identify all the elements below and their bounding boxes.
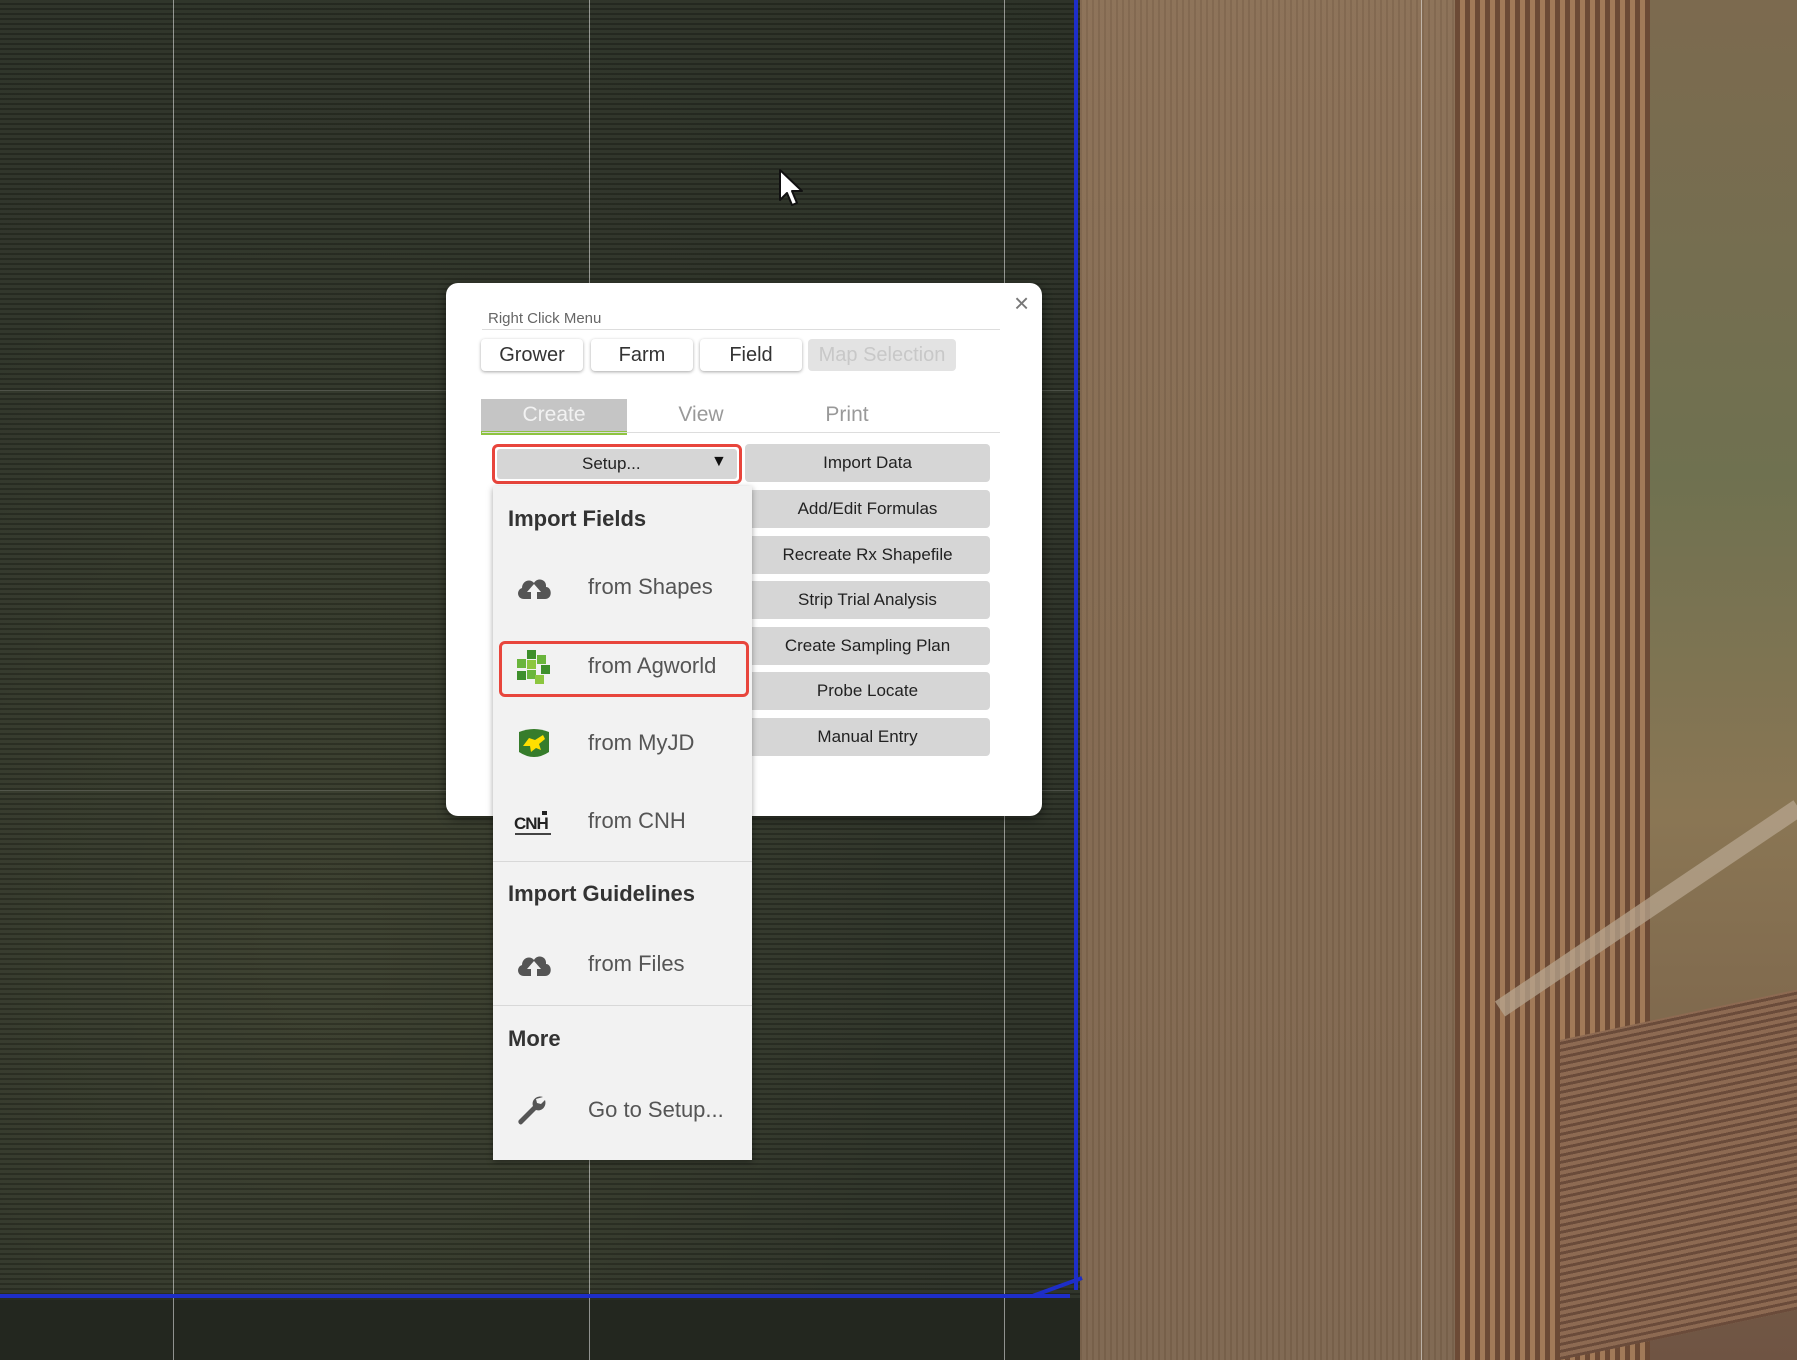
divider	[493, 1005, 752, 1006]
tab-view[interactable]: View	[628, 399, 774, 431]
divider	[482, 329, 1000, 330]
chevron-down-icon: ▼	[711, 453, 727, 470]
field-right	[1080, 0, 1460, 1360]
probe-locate-button[interactable]: Probe Locate	[745, 672, 990, 710]
from-files-label: from Files	[588, 951, 685, 976]
import-fields-heading: Import Fields	[508, 506, 647, 531]
grid-line	[1421, 0, 1422, 1360]
tab-grower[interactable]: Grower	[481, 339, 583, 371]
tab-create[interactable]: Create	[481, 399, 627, 435]
cnh-icon: CNH	[514, 811, 551, 835]
from-shapes-item[interactable]: from Shapes	[493, 552, 752, 622]
tab-farm[interactable]: Farm	[591, 339, 693, 371]
mouse-cursor-icon	[779, 169, 803, 206]
from-cnh-label: from CNH	[588, 808, 686, 833]
divider	[493, 861, 752, 862]
manual-entry-button[interactable]: Manual Entry	[745, 718, 990, 756]
go-to-setup-item[interactable]: Go to Setup...	[493, 1075, 752, 1145]
dialog-title: Right Click Menu	[488, 310, 602, 327]
import-data-button[interactable]: Import Data	[745, 444, 990, 482]
setup-select-label: Setup...	[582, 454, 641, 473]
import-guidelines-heading: Import Guidelines	[508, 881, 696, 906]
setup-dropdown-menu: Import Fields from Shapes from Agworld f…	[493, 486, 752, 1160]
divider	[482, 432, 1000, 433]
close-button[interactable]: ×	[1014, 289, 1029, 317]
agworld-highlight-box	[499, 641, 749, 697]
field-boundary-right	[1074, 0, 1078, 1290]
from-files-item[interactable]: from Files	[493, 929, 752, 999]
from-myjd-label: from MyJD	[588, 730, 695, 755]
recreate-rx-shapefile-button[interactable]: Recreate Rx Shapefile	[745, 536, 990, 574]
cloud-upload-icon	[518, 956, 551, 976]
svg-text:CNH: CNH	[514, 814, 549, 833]
tab-print[interactable]: Print	[774, 399, 920, 431]
field-bottom-strip	[0, 1300, 1080, 1360]
field-boundary-bottom	[0, 1294, 1070, 1298]
from-cnh-item[interactable]: CNH from CNH	[493, 786, 752, 856]
tab-field[interactable]: Field	[700, 339, 802, 371]
more-heading: More	[508, 1026, 561, 1051]
from-shapes-label: from Shapes	[588, 574, 713, 599]
wrench-icon	[518, 1096, 546, 1125]
strip-trial-analysis-button[interactable]: Strip Trial Analysis	[745, 581, 990, 619]
john-deere-icon	[519, 729, 549, 757]
field-far-bottom	[1560, 989, 1797, 1360]
add-edit-formulas-button[interactable]: Add/Edit Formulas	[745, 490, 990, 528]
setup-select[interactable]: Setup... ▼	[497, 449, 737, 479]
from-myjd-item[interactable]: from MyJD	[493, 708, 752, 778]
create-sampling-plan-button[interactable]: Create Sampling Plan	[745, 627, 990, 665]
tab-map-selection[interactable]: Map Selection	[808, 339, 956, 371]
cloud-upload-icon	[518, 579, 551, 599]
go-to-setup-label: Go to Setup...	[588, 1097, 724, 1122]
grid-line	[173, 0, 174, 1360]
